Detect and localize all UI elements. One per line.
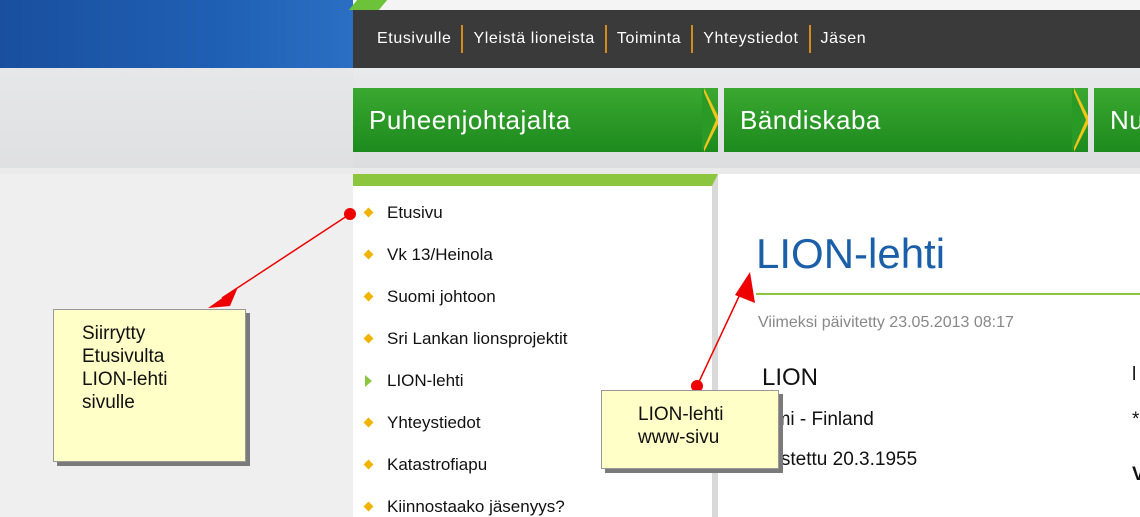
top-navigation: Etusivulle Yleistä lioneista Toiminta Yh… <box>353 10 1140 68</box>
nav-item-etusivulle[interactable]: Etusivulle <box>353 25 464 53</box>
callout-line: LION-lehti <box>82 369 168 390</box>
callout-line: LION-lehti <box>638 404 724 425</box>
tab-bandiskaba[interactable]: Bändiskaba <box>724 88 1088 152</box>
nav-item-yleista-lioneista[interactable]: Yleistä lioneista <box>463 25 607 53</box>
callout-line: www-sivu <box>638 427 720 448</box>
diamond-bullet-icon <box>363 291 374 302</box>
diamond-bullet-icon <box>363 249 374 260</box>
clipped-text: V <box>1132 464 1140 485</box>
nav-item-yhteystiedot[interactable]: Yhteystiedot <box>693 25 811 53</box>
diamond-bullet-icon <box>363 417 374 428</box>
diamond-bullet-icon <box>363 207 374 218</box>
title-underline <box>756 293 1140 295</box>
nav-item-toiminta[interactable]: Toiminta <box>607 25 694 53</box>
diamond-bullet-icon <box>363 501 374 512</box>
annotation-callout-1: Siirrytty Etusivulta LION-lehti sivulle <box>53 309 246 462</box>
chevron-fill <box>1072 88 1086 152</box>
clipped-text: * <box>1132 409 1140 430</box>
last-updated: Viimeksi päivitetty 23.05.2013 08:17 <box>758 314 1014 331</box>
main-content: LION-lehti Viimeksi päivitetty 23.05.201… <box>718 174 1140 517</box>
triangle-bullet-icon <box>365 375 372 387</box>
annotation-callout-2: LION-lehti www-sivu <box>601 390 779 469</box>
section-heading: LION <box>762 364 819 391</box>
founded-text: rustettu 20.3.1955 <box>764 449 918 470</box>
diamond-bullet-icon <box>363 333 374 344</box>
tab-label: Bändiskaba <box>740 105 881 135</box>
callout-line: sivulle <box>82 392 135 413</box>
annotation-dot-1 <box>344 208 356 220</box>
clipped-text: l <box>1132 364 1137 385</box>
header-accent <box>348 0 388 10</box>
header-left-panel <box>0 68 353 168</box>
diamond-bullet-icon <box>363 459 374 470</box>
country-text: omi - Finland <box>764 409 874 430</box>
tab-label: Puheenjohtajalta <box>369 105 571 135</box>
header-brand-band <box>0 0 353 68</box>
tab-puheenjohtajalta[interactable]: Puheenjohtajalta <box>353 88 718 152</box>
page-title: LION-lehti <box>756 230 946 277</box>
chevron-fill <box>702 88 716 152</box>
callout-line: Etusivulta <box>82 346 165 367</box>
tab-nu[interactable]: Nu <box>1094 88 1140 152</box>
tab-label: Nu <box>1110 105 1140 135</box>
callout-line: Siirrytty <box>82 323 146 344</box>
nav-item-jasen[interactable]: Jäsen <box>811 25 877 53</box>
